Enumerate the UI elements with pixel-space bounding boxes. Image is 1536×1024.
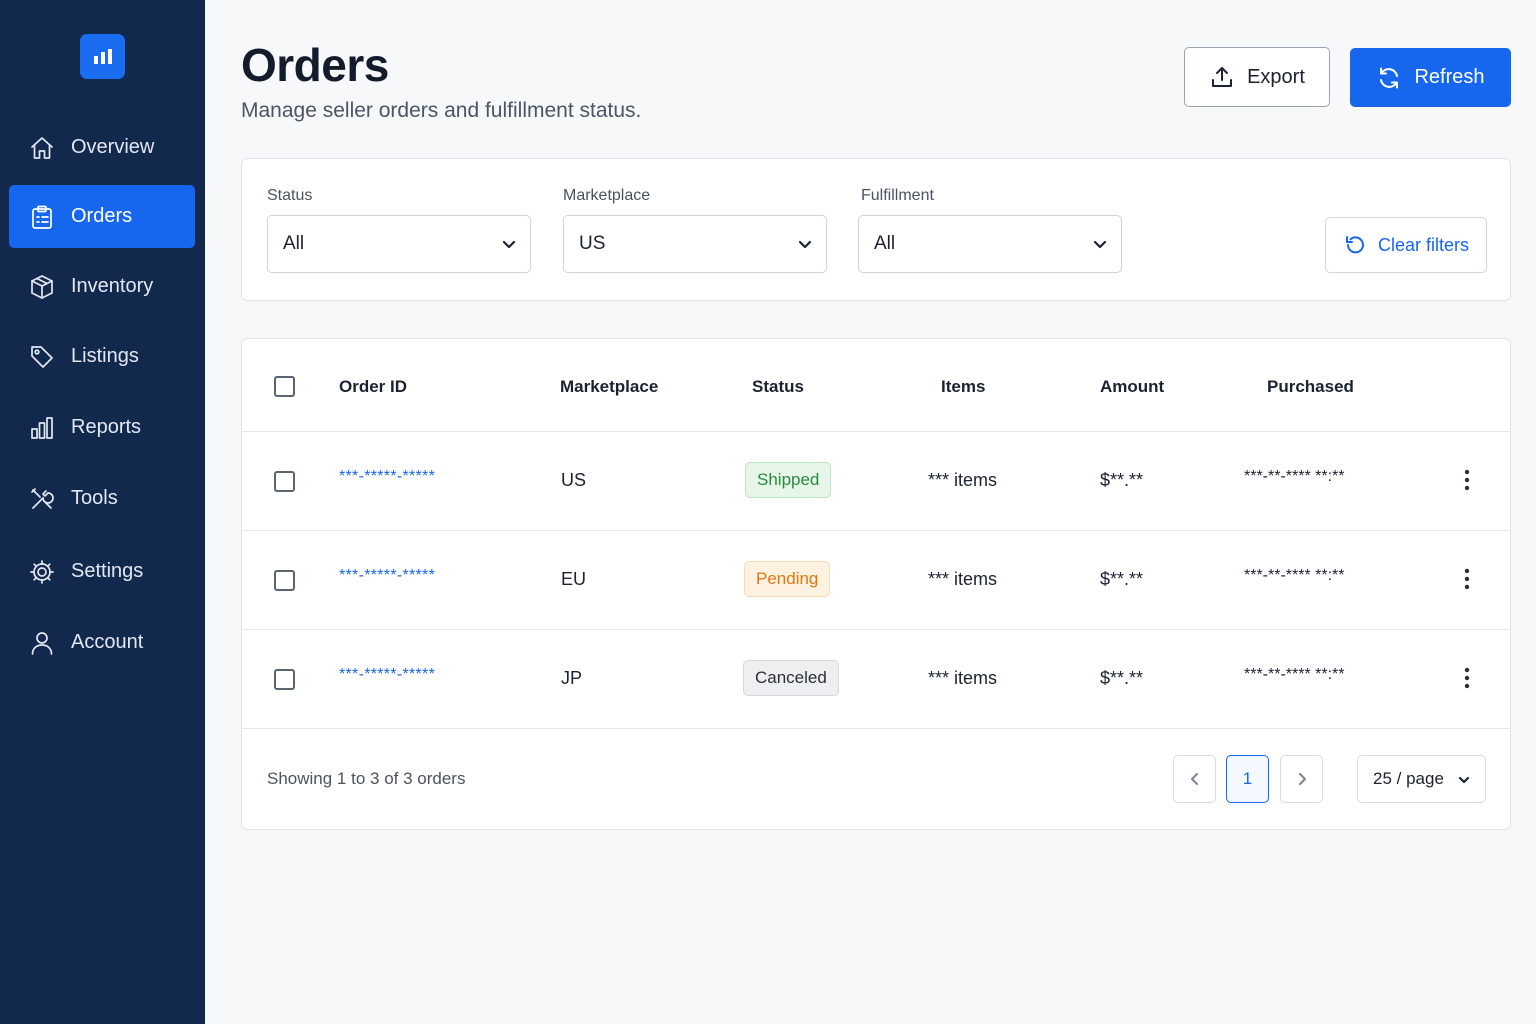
- sidebar-item-label: Reports: [71, 416, 142, 438]
- sidebar-item-orders[interactable]: Orders: [9, 185, 195, 248]
- table-header: Order ID Marketplace Status Items Amount…: [242, 339, 1510, 432]
- chevron-down-icon: [1091, 235, 1109, 253]
- items-cell: *** items: [928, 470, 998, 490]
- chevron-down-icon: [1457, 772, 1471, 786]
- marketplace-cell: JP: [561, 668, 583, 688]
- amount-cell: $**.**: [1100, 470, 1144, 490]
- reset-icon: [1345, 236, 1364, 254]
- sidebar: Overview Orders Inventory Listings Repor…: [0, 0, 205, 1024]
- pagination-summary: Showing 1 to 3 of 3 orders: [267, 769, 466, 788]
- bar-chart-icon: [28, 414, 56, 442]
- prev-page-button[interactable]: [1173, 755, 1216, 803]
- upload-icon: [1212, 67, 1233, 87]
- order-id-link[interactable]: ***-*****-*****: [339, 468, 435, 486]
- more-vertical-icon[interactable]: [1455, 663, 1479, 693]
- column-header-amount[interactable]: Amount: [1100, 377, 1164, 397]
- column-header-purchased[interactable]: Purchased: [1267, 377, 1354, 397]
- user-icon: [28, 629, 56, 657]
- next-page-button[interactable]: [1280, 755, 1323, 803]
- status-filter-select[interactable]: All: [267, 215, 531, 273]
- clear-filters-label: Clear filters: [1377, 234, 1470, 255]
- row-checkbox[interactable]: [274, 471, 295, 492]
- clipboard-icon: [28, 203, 56, 231]
- row-checkbox[interactable]: [274, 570, 295, 591]
- export-button[interactable]: Export: [1184, 47, 1330, 107]
- sidebar-item-reports[interactable]: Reports: [9, 396, 195, 459]
- sidebar-item-label: Inventory: [71, 275, 154, 297]
- orders-table: Order ID Marketplace Status Items Amount…: [241, 338, 1511, 830]
- sidebar-item-label: Listings: [71, 345, 139, 367]
- column-header-marketplace[interactable]: Marketplace: [560, 377, 658, 397]
- filters-panel: Status All Marketplace US Fulfillment Al…: [241, 158, 1511, 301]
- home-icon: [28, 134, 56, 162]
- amount-cell: $**.**: [1100, 668, 1144, 688]
- page-1-button[interactable]: 1: [1226, 755, 1269, 803]
- table-row[interactable]: ***-*****-***** JP Canceled *** items $*…: [242, 630, 1510, 729]
- row-checkbox[interactable]: [274, 669, 295, 690]
- table-row[interactable]: ***-*****-***** US Shipped *** items $**…: [242, 432, 1510, 531]
- sidebar-item-label: Orders: [71, 205, 133, 227]
- sidebar-item-listings[interactable]: Listings: [9, 325, 195, 388]
- fulfillment-filter-label: Fulfillment: [861, 187, 934, 204]
- marketplace-cell: US: [561, 470, 587, 490]
- status-badge: Shipped: [745, 462, 832, 498]
- page-subtitle: Manage seller orders and fulfillment sta…: [241, 99, 642, 122]
- sidebar-item-inventory[interactable]: Inventory: [9, 255, 195, 318]
- more-vertical-icon[interactable]: [1455, 465, 1479, 495]
- chevron-down-icon: [500, 235, 518, 253]
- purchased-cell: ***-**-**** **:**: [1244, 567, 1345, 584]
- bar-chart-logo-icon[interactable]: [80, 34, 125, 79]
- order-id-link[interactable]: ***-*****-*****: [339, 567, 435, 585]
- clear-filters-button[interactable]: Clear filters: [1325, 217, 1487, 273]
- table-row[interactable]: ***-*****-***** EU Pending *** items $**…: [242, 531, 1510, 630]
- items-cell: *** items: [928, 668, 998, 688]
- marketplace-filter-label: Marketplace: [563, 187, 651, 204]
- sidebar-item-label: Account: [71, 631, 144, 653]
- status-badge: Pending: [744, 561, 831, 597]
- order-id-link[interactable]: ***-*****-*****: [339, 666, 435, 684]
- purchased-cell: ***-**-**** **:**: [1244, 666, 1345, 683]
- status-badge: Canceled: [743, 660, 839, 696]
- marketplace-filter-value: US: [579, 233, 606, 254]
- export-label: Export: [1247, 65, 1305, 88]
- refresh-label: Refresh: [1414, 66, 1485, 88]
- marketplace-cell: EU: [561, 569, 587, 589]
- page-size-select[interactable]: 25 / page: [1357, 755, 1486, 803]
- sidebar-item-settings[interactable]: Settings: [9, 540, 195, 603]
- chevron-right-icon: [1298, 773, 1306, 785]
- amount-cell: $**.**: [1100, 569, 1144, 589]
- box-icon: [28, 273, 56, 301]
- select-all-checkbox[interactable]: [274, 376, 295, 397]
- more-vertical-icon[interactable]: [1455, 564, 1479, 594]
- chevron-left-icon: [1190, 773, 1198, 785]
- chevron-down-icon: [796, 235, 814, 253]
- sidebar-item-label: Settings: [71, 560, 144, 582]
- column-header-status[interactable]: Status: [752, 377, 804, 397]
- column-header-order-id[interactable]: Order ID: [339, 377, 407, 397]
- fulfillment-filter-value: All: [874, 233, 896, 254]
- items-cell: *** items: [928, 569, 998, 589]
- page-title: Orders: [241, 39, 389, 91]
- refresh-icon: [1380, 67, 1399, 88]
- sidebar-item-account[interactable]: Account: [9, 611, 195, 674]
- purchased-cell: ***-**-**** **:**: [1244, 468, 1345, 485]
- refresh-button[interactable]: Refresh: [1350, 48, 1511, 107]
- column-header-items[interactable]: Items: [941, 377, 985, 397]
- status-filter-value: All: [283, 233, 305, 254]
- status-filter-label: Status: [267, 187, 313, 204]
- fulfillment-filter-select[interactable]: All: [858, 215, 1122, 273]
- page-size-value: 25 / page: [1373, 769, 1444, 788]
- sidebar-item-tools[interactable]: Tools: [9, 467, 195, 530]
- sidebar-item-label: Overview: [71, 136, 155, 158]
- sidebar-item-overview[interactable]: Overview: [9, 116, 195, 179]
- tag-icon: [28, 343, 56, 371]
- marketplace-filter-select[interactable]: US: [563, 215, 827, 273]
- tools-icon: [28, 485, 56, 513]
- gear-icon: [28, 558, 56, 586]
- sidebar-item-label: Tools: [71, 487, 118, 509]
